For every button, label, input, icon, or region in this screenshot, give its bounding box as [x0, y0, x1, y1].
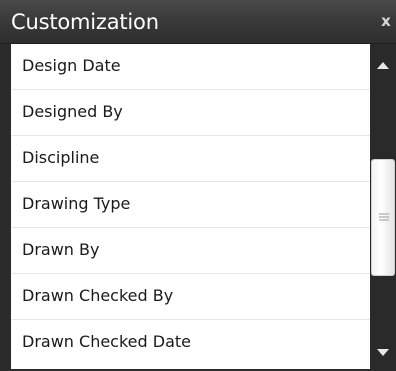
list-item-label: Designed By [22, 102, 123, 121]
vertical-scrollbar[interactable] [370, 44, 396, 371]
scroll-down-button[interactable] [374, 344, 392, 360]
field-list: Design Date Designed By Discipline Drawi… [11, 44, 370, 369]
scroll-thumb[interactable] [371, 159, 395, 276]
list-item-discipline[interactable]: Discipline [11, 136, 370, 182]
list-item-label: Drawing Type [22, 194, 131, 213]
list-item-label: Drawn Checked By [22, 286, 174, 305]
grip-lines-icon [379, 213, 389, 221]
list-item-drawn-checked-by[interactable]: Drawn Checked By [11, 274, 370, 320]
list-item-designed-by[interactable]: Designed By [11, 90, 370, 136]
close-button[interactable]: x [378, 12, 394, 30]
panel-title: Customization [11, 10, 159, 34]
list-item-design-date[interactable]: Design Date [11, 44, 370, 90]
list-item-drawn-by[interactable]: Drawn By [11, 228, 370, 274]
list-item-label: Discipline [22, 148, 100, 167]
customization-panel: Customization x Design Date Designed By … [0, 0, 396, 371]
list-item-drawing-type[interactable]: Drawing Type [11, 182, 370, 228]
list-item-label: Design Date [22, 56, 121, 75]
title-bar[interactable]: Customization x [0, 0, 396, 44]
triangle-up-icon [377, 62, 389, 69]
list-item-label: Drawn Checked Date [22, 332, 191, 351]
list-item-label: Drawn By [22, 240, 100, 259]
triangle-down-icon [377, 349, 389, 356]
list-item-drawn-checked-date[interactable]: Drawn Checked Date [11, 320, 370, 366]
scroll-up-button[interactable] [374, 58, 392, 74]
